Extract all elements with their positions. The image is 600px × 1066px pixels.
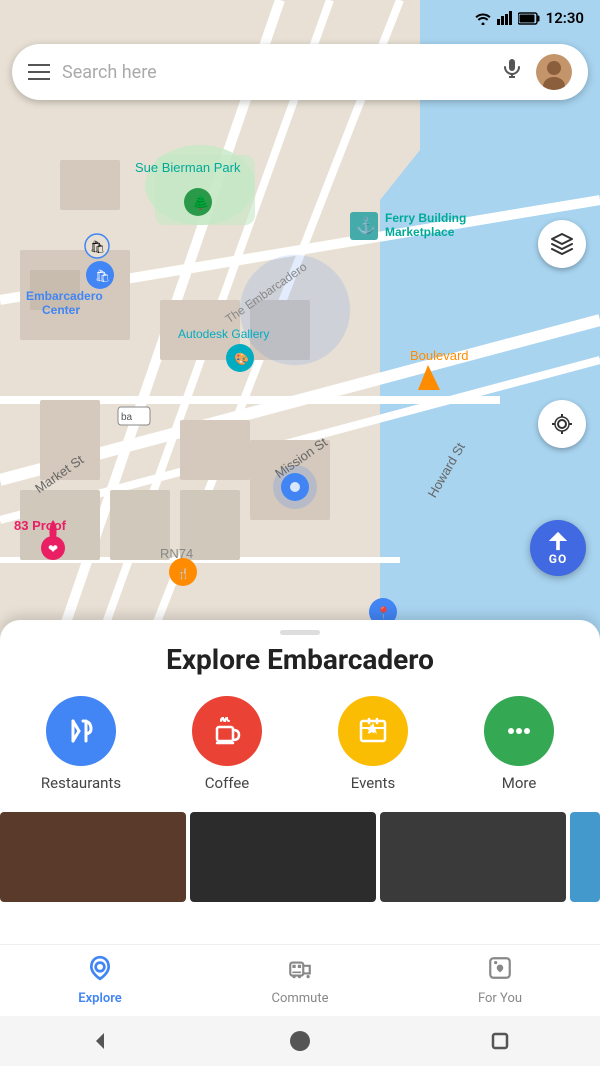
svg-text:❤: ❤ [48, 542, 58, 556]
place-thumb-2[interactable] [190, 812, 376, 902]
svg-text:Embarcadero: Embarcadero [26, 289, 103, 303]
category-more[interactable]: More [464, 696, 574, 792]
nav-commute[interactable]: Commute [200, 955, 400, 1006]
recents-button[interactable] [488, 1029, 512, 1053]
location-button[interactable] [538, 400, 586, 448]
category-row: Restaurants Coffee [0, 696, 600, 792]
more-label: More [502, 774, 537, 792]
nav-for-you[interactable]: For You [400, 955, 600, 1006]
place-thumb-1[interactable] [0, 812, 186, 902]
avatar[interactable] [536, 54, 572, 90]
events-label: Events [351, 774, 395, 792]
layers-button[interactable] [538, 220, 586, 268]
for-you-label: For You [478, 991, 522, 1006]
system-nav [0, 1016, 600, 1066]
for-you-icon [487, 955, 513, 987]
status-bar: 12:30 [0, 0, 600, 36]
svg-text:🎨: 🎨 [234, 351, 249, 366]
hamburger-icon[interactable] [28, 64, 50, 80]
coffee-circle [192, 696, 262, 766]
more-circle [484, 696, 554, 766]
mic-icon[interactable] [500, 57, 524, 87]
place-thumbnails [0, 812, 600, 902]
drag-handle[interactable] [280, 630, 320, 635]
svg-text:Ferry Building: Ferry Building [385, 211, 466, 225]
svg-text:⚓: ⚓ [356, 216, 376, 235]
layers-icon [550, 232, 574, 256]
place-thumb-3[interactable] [380, 812, 566, 902]
place-thumb-4[interactable] [570, 812, 600, 902]
svg-text:📍: 📍 [376, 606, 391, 620]
bottom-nav: Explore Commute For You [0, 944, 600, 1016]
svg-text:Center: Center [42, 303, 80, 317]
category-restaurants[interactable]: Restaurants [26, 696, 136, 792]
svg-text:Sue Bierman Park: Sue Bierman Park [135, 160, 241, 175]
search-input[interactable]: Search here [62, 62, 488, 83]
coffee-label: Coffee [205, 774, 249, 792]
navigation-arrow-icon [547, 530, 569, 552]
go-button[interactable]: GO [530, 520, 586, 576]
back-button[interactable] [88, 1029, 112, 1053]
battery-icon [518, 12, 540, 25]
status-icons [474, 11, 540, 25]
svg-text:83 Proof: 83 Proof [14, 518, 67, 533]
search-bar[interactable]: Search here [12, 44, 588, 100]
signal-icon [497, 11, 513, 25]
category-events[interactable]: Events [318, 696, 428, 792]
home-button[interactable] [288, 1029, 312, 1053]
commute-label: Commute [272, 991, 329, 1006]
nav-explore[interactable]: Explore [0, 955, 200, 1006]
explore-label: Explore [78, 991, 122, 1006]
svg-text:🛍: 🛍 [90, 240, 105, 254]
restaurants-circle [46, 696, 116, 766]
svg-text:🛍: 🛍 [95, 269, 110, 283]
svg-text:Autodesk Gallery: Autodesk Gallery [178, 327, 269, 341]
svg-text:Marketplace: Marketplace [385, 225, 455, 239]
go-label: GO [549, 552, 567, 566]
explore-title: Explore Embarcadero [0, 643, 600, 676]
category-coffee[interactable]: Coffee [172, 696, 282, 792]
svg-text:🌲: 🌲 [192, 194, 209, 211]
restaurants-label: Restaurants [41, 774, 121, 792]
explore-icon [87, 955, 113, 987]
wifi-icon [474, 11, 492, 25]
svg-text:RN74: RN74 [160, 546, 193, 561]
commute-icon [287, 955, 313, 987]
time-display: 12:30 [546, 9, 584, 27]
events-circle [338, 696, 408, 766]
svg-text:ba: ba [121, 412, 133, 423]
svg-text:Boulevard: Boulevard [410, 348, 469, 363]
location-icon [550, 412, 574, 436]
svg-text:🍴: 🍴 [177, 567, 189, 580]
